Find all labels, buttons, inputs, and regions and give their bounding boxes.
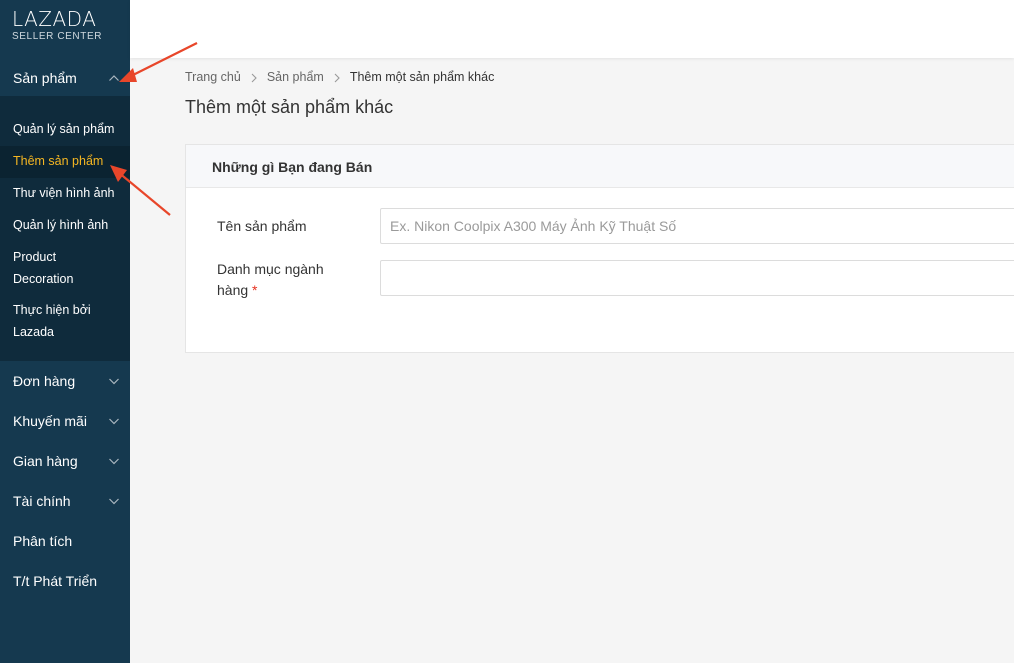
logo-wordmark: LAZADA — [12, 7, 97, 31]
breadcrumb: Trang chủ Sản phẩm Thêm một sản phẩm khác — [185, 70, 494, 84]
product-info-card: Những gì Bạn đang Bán Tên sản phẩm Danh … — [185, 144, 1014, 353]
submenu-item-manage-products[interactable]: Quản lý sản phẩm — [0, 118, 130, 140]
category-label-line1: Danh mục ngành — [217, 261, 324, 277]
category-label: Danh mục ngành hàng * — [217, 259, 324, 301]
chevron-down-icon — [109, 418, 119, 425]
card-header: Những gì Bạn đang Bán — [186, 145, 1014, 188]
main-content: Trang chủ Sản phẩm Thêm một sản phẩm khác … — [130, 0, 1014, 663]
category-label-line2: hàng — [217, 282, 249, 298]
submenu-item-fulfilled-by-lazada[interactable]: Thực hiện bởi Lazada — [0, 299, 110, 343]
breadcrumb-products[interactable]: Sản phẩm — [267, 70, 324, 84]
sidebar-item-growth[interactable]: T/t Phát Triển — [0, 561, 130, 601]
sidebar-item-label: Khuyến mãi — [13, 413, 87, 429]
sidebar-item-label: Gian hàng — [13, 453, 78, 469]
sidebar-item-label: Sản phẩm — [13, 70, 77, 86]
submenu-item-media-library[interactable]: Thư viện hình ảnh — [0, 182, 130, 204]
submenu-item-product-decoration[interactable]: Product Decoration — [0, 246, 110, 290]
chevron-up-icon — [109, 75, 119, 81]
product-name-label: Tên sản phẩm — [217, 218, 307, 234]
sidebar: LAZADA SELLER CENTER Sản phẩm Quản lý sả… — [0, 0, 130, 663]
products-submenu: Quản lý sản phẩm Thêm sản phẩm Thư viện … — [0, 96, 130, 361]
sidebar-item-store[interactable]: Gian hàng — [0, 441, 130, 481]
page-title: Thêm một sản phẩm khác — [185, 97, 394, 117]
sidebar-item-label: Đơn hàng — [13, 373, 76, 389]
chevron-down-icon — [109, 458, 119, 465]
submenu-item-add-product[interactable]: Thêm sản phẩm — [0, 146, 130, 178]
sidebar-item-label: T/t Phát Triển — [13, 573, 98, 589]
section-title: Những gì Bạn đang Bán — [212, 159, 373, 175]
submenu-item-label: Thực hiện bởi Lazada — [13, 303, 91, 339]
category-input[interactable] — [380, 260, 1014, 296]
product-name-input[interactable] — [380, 208, 1014, 244]
sidebar-item-orders[interactable]: Đơn hàng — [0, 361, 130, 401]
breadcrumb-current: Thêm một sản phẩm khác — [349, 70, 495, 84]
submenu-item-label: Product Decoration — [13, 250, 74, 286]
chevron-down-icon — [109, 498, 119, 505]
sidebar-item-analytics[interactable]: Phân tích — [0, 521, 130, 561]
chevron-down-icon — [109, 378, 119, 385]
sidebar-item-finance[interactable]: Tài chính — [0, 481, 130, 521]
chevron-right-icon — [251, 73, 257, 83]
submenu-item-manage-images[interactable]: Quản lý hình ảnh — [0, 214, 130, 236]
submenu-item-label: Thư viện hình ảnh — [13, 186, 115, 200]
submenu-item-label: Thêm sản phẩm — [13, 154, 104, 168]
sidebar-item-label: Phân tích — [13, 533, 73, 549]
sidebar-item-label: Tài chính — [13, 493, 71, 509]
sidebar-item-products[interactable]: Sản phẩm — [0, 58, 130, 96]
lazada-logo[interactable]: LAZADA SELLER CENTER — [12, 7, 122, 43]
required-mark: * — [252, 282, 258, 298]
sidebar-item-promotions[interactable]: Khuyến mãi — [0, 401, 130, 441]
chevron-right-icon — [334, 73, 340, 83]
logo-subtitle: SELLER CENTER — [12, 31, 103, 42]
submenu-item-label: Quản lý sản phẩm — [13, 122, 115, 136]
breadcrumb-home[interactable]: Trang chủ — [185, 70, 241, 84]
top-bar — [130, 0, 1014, 58]
submenu-item-label: Quản lý hình ảnh — [13, 218, 109, 232]
app-root: LAZADA SELLER CENTER Sản phẩm Quản lý sả… — [0, 0, 1014, 663]
